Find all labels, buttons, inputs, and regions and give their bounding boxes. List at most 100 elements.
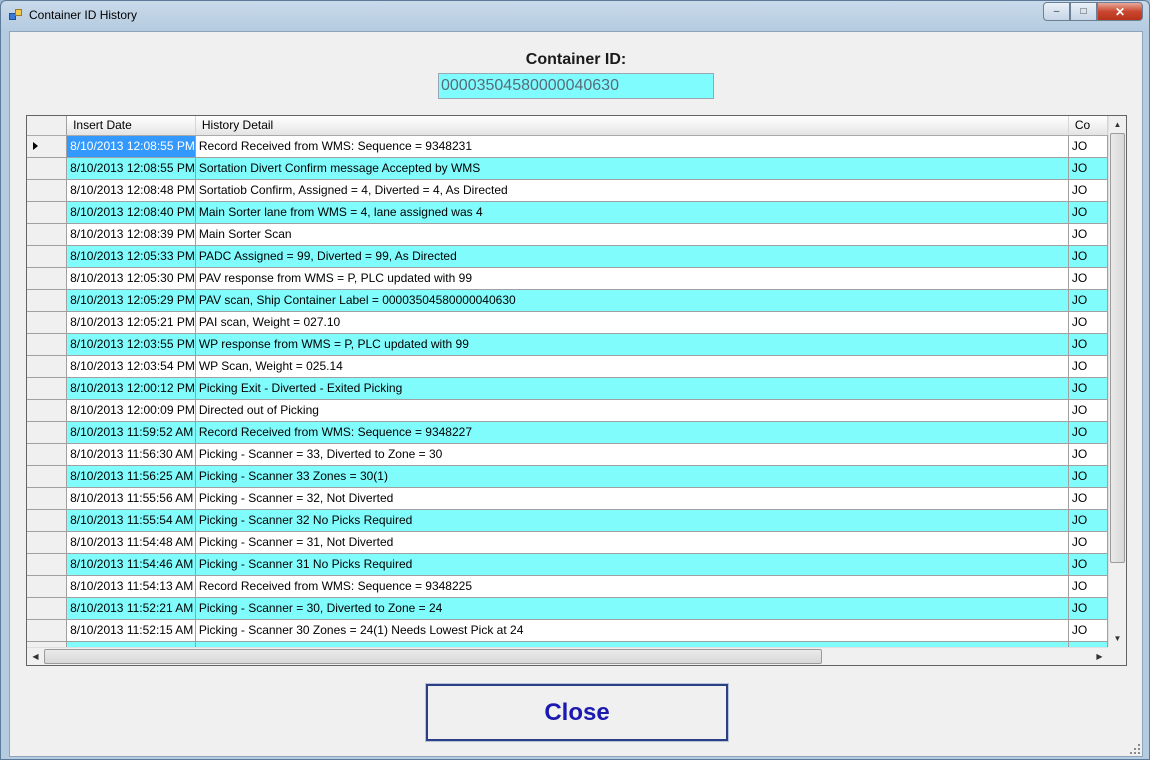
column-header-insert-date[interactable]: Insert Date	[66, 116, 196, 136]
history-detail-cell[interactable]: Picking - Scanner 33 Zones = 30(1)	[195, 465, 1069, 488]
row-header[interactable]	[27, 157, 68, 180]
co-cell[interactable]: JO	[1068, 575, 1108, 598]
history-detail-cell[interactable]: Sortation Divert Confirm message Accepte…	[195, 157, 1069, 180]
table-row[interactable]: 8/10/2013 12:05:29 PM PAV scan, Ship Cont…	[27, 289, 1108, 312]
table-row[interactable]: 8/10/2013 12:05:21 PM PAI scan, Weight = …	[27, 311, 1108, 334]
row-header[interactable]	[27, 619, 68, 642]
insert-date-cell[interactable]: 8/10/2013 11:59:52 AM	[66, 421, 196, 444]
history-detail-cell[interactable]: WP Scan, Weight = 025.14	[195, 355, 1069, 378]
insert-date-cell[interactable]: 8/10/2013 12:00:12 PM	[66, 377, 196, 400]
co-cell[interactable]: JO	[1068, 377, 1108, 400]
co-cell[interactable]: JO	[1068, 421, 1108, 444]
scroll-down-icon[interactable]: ▼	[1109, 630, 1126, 647]
co-cell[interactable]: JO	[1068, 245, 1108, 268]
co-cell[interactable]: JO	[1068, 311, 1108, 334]
history-detail-cell[interactable]: Main Sorter lane from WMS = 4, lane assi…	[195, 201, 1069, 224]
row-header[interactable]	[27, 355, 68, 378]
insert-date-cell[interactable]: 8/10/2013 11:56:25 AM	[66, 465, 196, 488]
table-row[interactable]: 8/10/2013 12:05:33 PM PADC Assigned = 99,…	[27, 245, 1108, 268]
row-header[interactable]	[27, 575, 68, 598]
table-row[interactable]: 8/10/2013 12:03:54 PM WP Scan, Weight = 0…	[27, 355, 1108, 378]
insert-date-cell[interactable]: 8/10/2013 12:03:55 PM	[66, 333, 196, 356]
title-bar[interactable]: Container ID History – □ ✕	[1, 1, 1149, 31]
row-header[interactable]	[27, 443, 68, 466]
table-row[interactable]: 8/10/2013 11:56:25 AM Picking - Scanner 3…	[27, 465, 1108, 488]
row-header[interactable]	[27, 245, 68, 268]
row-header[interactable]	[27, 267, 68, 290]
history-detail-cell[interactable]: Picking - Scanner = 33, Diverted to Zone…	[195, 443, 1069, 466]
insert-date-cell[interactable]: 8/10/2013 12:08:55 PM	[66, 157, 196, 180]
window-close-button[interactable]: ✕	[1097, 2, 1143, 21]
container-id-field[interactable]: 00003504580000040630	[438, 73, 714, 99]
history-detail-cell[interactable]: Record Received from WMS: Sequence = 934…	[195, 135, 1069, 158]
insert-date-cell[interactable]: 8/10/2013 12:05:33 PM	[66, 245, 196, 268]
table-row[interactable]: 8/10/2013 12:08:39 PM Main Sorter Scan JO	[27, 223, 1108, 246]
row-header[interactable]	[27, 377, 68, 400]
table-row[interactable]: 8/10/2013 11:55:56 AM Picking - Scanner =…	[27, 487, 1108, 510]
history-grid[interactable]: Insert Date History Detail Co 8/10/2013 …	[26, 115, 1127, 666]
vertical-scrollbar[interactable]: ▲ ▼	[1108, 116, 1126, 647]
row-header[interactable]	[27, 597, 68, 620]
insert-date-cell[interactable]: 8/10/2013 12:05:29 PM	[66, 289, 196, 312]
row-header[interactable]	[27, 465, 68, 488]
column-header-co[interactable]: Co	[1068, 116, 1108, 136]
table-row[interactable]: 8/10/2013 12:03:55 PM WP response from WM…	[27, 333, 1108, 356]
table-row[interactable]: 8/10/2013 11:54:48 AM Picking - Scanner =…	[27, 531, 1108, 554]
scroll-left-icon[interactable]: ◀	[27, 648, 44, 665]
resize-grip-icon[interactable]	[1128, 742, 1140, 754]
table-row[interactable]: 8/10/2013 12:08:55 PM Sortation Divert Co…	[27, 157, 1108, 180]
row-header[interactable]	[27, 223, 68, 246]
co-cell[interactable]: JO	[1068, 597, 1108, 620]
history-detail-cell[interactable]: Main Sorter Scan	[195, 223, 1069, 246]
co-cell[interactable]: JO	[1068, 465, 1108, 488]
row-header[interactable]	[27, 311, 68, 334]
co-cell[interactable]: JO	[1068, 619, 1108, 642]
co-cell[interactable]: JO	[1068, 443, 1108, 466]
row-header[interactable]	[27, 487, 68, 510]
co-cell[interactable]: JO	[1068, 135, 1108, 158]
row-header[interactable]	[27, 531, 68, 554]
horizontal-scrollbar[interactable]: ◀ ▶	[27, 647, 1108, 665]
row-header[interactable]	[27, 201, 68, 224]
table-row[interactable]: 8/10/2013 12:00:12 PM Picking Exit - Dive…	[27, 377, 1108, 400]
table-row[interactable]: 8/10/2013 11:56:30 AM Picking - Scanner =…	[27, 443, 1108, 466]
row-header[interactable]	[27, 289, 68, 312]
history-detail-cell[interactable]: Picking - Scanner 31 No Picks Required	[195, 553, 1069, 576]
history-detail-cell[interactable]: Picking - Scanner = 32, Not Diverted	[195, 487, 1069, 510]
minimize-button[interactable]: –	[1043, 2, 1070, 21]
table-row[interactable]: 8/10/2013 12:08:55 PM Record Received fro…	[27, 135, 1108, 158]
insert-date-cell[interactable]: 8/10/2013 11:55:54 AM	[66, 509, 196, 532]
history-detail-cell[interactable]: WP response from WMS = P, PLC updated wi…	[195, 333, 1069, 356]
history-detail-cell[interactable]: Picking - Scanner = 31, Not Diverted	[195, 531, 1069, 554]
table-row[interactable]: 8/10/2013 12:08:40 PM Main Sorter lane fr…	[27, 201, 1108, 224]
table-row[interactable]: 8/10/2013 11:55:54 AM Picking - Scanner 3…	[27, 509, 1108, 532]
scroll-up-icon[interactable]: ▲	[1109, 116, 1126, 133]
history-detail-cell[interactable]: Record Received from WMS: Sequence = 934…	[195, 575, 1069, 598]
row-header[interactable]	[27, 333, 68, 356]
maximize-button[interactable]: □	[1070, 2, 1097, 21]
co-cell[interactable]: JO	[1068, 553, 1108, 576]
co-cell[interactable]: JO	[1068, 399, 1108, 422]
history-detail-cell[interactable]: PAI scan, Weight = 027.10	[195, 311, 1069, 334]
insert-date-cell[interactable]: 8/10/2013 11:52:15 AM	[66, 619, 196, 642]
insert-date-cell[interactable]: 8/10/2013 11:54:13 AM	[66, 575, 196, 598]
history-detail-cell[interactable]: Picking - Scanner 32 No Picks Required	[195, 509, 1069, 532]
co-cell[interactable]: JO	[1068, 509, 1108, 532]
row-header[interactable]	[27, 421, 68, 444]
co-cell[interactable]: JO	[1068, 201, 1108, 224]
insert-date-cell[interactable]: 8/10/2013 11:52:21 AM	[66, 597, 196, 620]
table-row[interactable]: 8/10/2013 12:08:48 PM Sortatiob Confirm, …	[27, 179, 1108, 202]
insert-date-cell[interactable]: 8/10/2013 11:54:48 AM	[66, 531, 196, 554]
insert-date-cell[interactable]: 8/10/2013 12:08:39 PM	[66, 223, 196, 246]
co-cell[interactable]: JO	[1068, 223, 1108, 246]
insert-date-cell[interactable]: 8/10/2013 12:08:55 PM	[66, 135, 196, 158]
row-header[interactable]	[27, 135, 68, 158]
scroll-right-icon[interactable]: ▶	[1091, 648, 1108, 665]
history-detail-cell[interactable]: Sortatiob Confirm, Assigned = 4, Diverte…	[195, 179, 1069, 202]
row-header[interactable]	[27, 179, 68, 202]
row-header[interactable]	[27, 399, 68, 422]
table-row[interactable]: 8/10/2013 11:52:15 AM Picking - Scanner 3…	[27, 619, 1108, 642]
row-header[interactable]	[27, 509, 68, 532]
co-cell[interactable]: JO	[1068, 355, 1108, 378]
history-detail-cell[interactable]: Directed out of Picking	[195, 399, 1069, 422]
